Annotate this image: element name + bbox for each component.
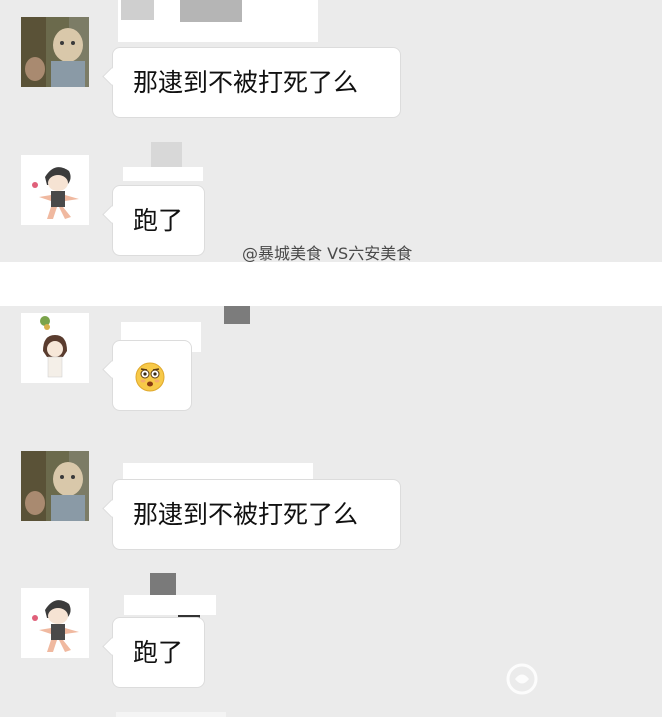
censored-name — [123, 167, 203, 181]
bubble-tail — [102, 205, 121, 224]
message-text: 跑了 — [133, 205, 184, 235]
message-bubble[interactable]: 跑了 — [102, 185, 205, 256]
message-bubble[interactable]: 那逮到不被打死了么 — [102, 479, 401, 550]
bubble-tail — [102, 360, 121, 379]
censor-pixel — [180, 0, 242, 22]
censor-pixel — [151, 142, 182, 170]
avatar-cartoon-boy[interactable] — [21, 155, 89, 225]
faint-watermark — [565, 234, 569, 248]
message-bubble[interactable]: 跑了 — [102, 617, 205, 688]
avatar-baby-photo[interactable] — [21, 451, 89, 521]
message-text: 那逮到不被打死了么 — [133, 67, 359, 97]
censor-pixel — [121, 0, 154, 20]
bubble-tail — [102, 67, 121, 86]
forum-watermark — [540, 662, 547, 687]
message-bubble[interactable]: 那逮到不被打死了么 — [102, 47, 401, 118]
censor-pixel — [150, 573, 176, 595]
bubble-tail — [102, 637, 121, 656]
next-message-edge — [116, 712, 226, 717]
censored-name — [124, 595, 216, 615]
forum-logo-icon — [506, 663, 538, 695]
message-text: 那逮到不被打死了么 — [133, 499, 359, 529]
shocked-face-emoji — [135, 362, 165, 392]
weibo-watermark: @暴城美食 VS六安美食 — [242, 244, 413, 262]
avatar-baby-photo[interactable] — [21, 17, 89, 87]
avatar-cartoon-girl[interactable] — [21, 313, 89, 383]
censor-pixel — [224, 306, 250, 324]
message-text: 跑了 — [133, 637, 184, 667]
chat-panel-top: 那逮到不被打死了么 跑了 @暴城美食 VS六安美食 — [0, 0, 662, 262]
chat-panel-bottom: 那逮到不被打死了么 跑了 — [0, 306, 662, 717]
message-bubble[interactable] — [102, 340, 192, 411]
bubble-tail — [102, 499, 121, 518]
avatar-cartoon-boy[interactable] — [21, 588, 89, 658]
